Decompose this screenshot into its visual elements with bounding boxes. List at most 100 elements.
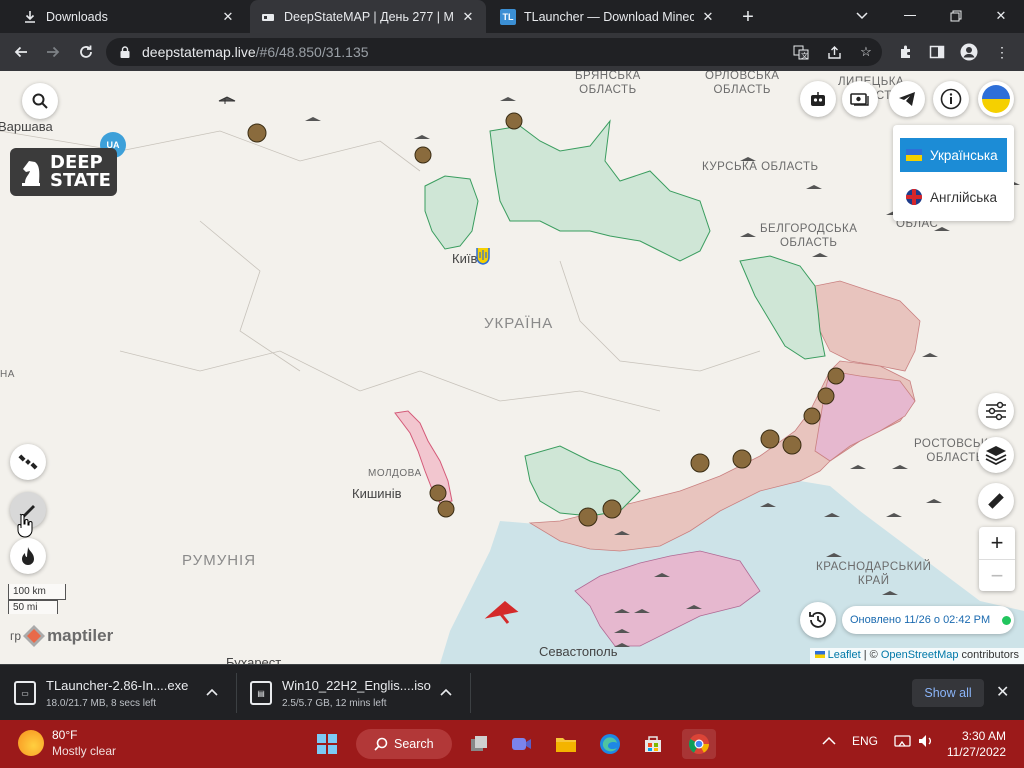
unit-marker-icon: [414, 146, 432, 164]
close-tab-icon[interactable]: ✕: [700, 9, 716, 25]
maptiler-icon: [23, 625, 46, 647]
unit-marker-icon: [803, 407, 821, 425]
layers-icon: [985, 446, 1007, 466]
bot-button[interactable]: [800, 81, 836, 117]
teams-chat-icon[interactable]: [507, 729, 537, 759]
language-label: Англійська: [930, 189, 997, 205]
task-view-icon[interactable]: [464, 729, 494, 759]
close-downloads-bar-icon[interactable]: ✕: [996, 682, 1009, 702]
filters-button[interactable]: [978, 393, 1014, 429]
file-explorer-icon[interactable]: [551, 729, 581, 759]
scale-mi: 50 mi: [8, 600, 58, 614]
reload-button[interactable]: [74, 40, 98, 64]
uk-flag-icon: [906, 189, 922, 205]
share-icon[interactable]: [824, 43, 844, 61]
deepstate-favicon: [260, 9, 276, 25]
unit-marker-icon: [578, 507, 598, 527]
system-clock[interactable]: 3:30 AM 11/27/2022: [942, 728, 1006, 760]
unit-marker-icon: [437, 500, 455, 518]
chrome-taskbar-icon[interactable]: [682, 729, 716, 759]
menu-kebab-icon[interactable]: ⋮: [992, 42, 1012, 62]
tab-downloads[interactable]: Downloads ✕: [12, 0, 246, 33]
attribution-rest: contributors: [958, 649, 1019, 661]
restore-button[interactable]: [942, 4, 970, 28]
zoom-in-button[interactable]: +: [979, 527, 1015, 559]
weather-desc: Mostly clear: [52, 744, 117, 758]
clock-time: 3:30 AM: [961, 729, 1006, 743]
telegram-button[interactable]: [889, 81, 925, 117]
deepstate-logo[interactable]: DEEP STATE: [10, 148, 117, 196]
unit-marker-icon: [505, 112, 523, 130]
fire-icon: [22, 547, 34, 565]
input-language-indicator[interactable]: ENG: [852, 734, 878, 748]
scale-km: 100 km: [8, 584, 66, 600]
tab-title: Downloads: [46, 9, 108, 24]
history-button[interactable]: [800, 602, 836, 638]
profile-icon[interactable]: [959, 42, 979, 62]
iso-file-icon: ▤: [250, 681, 272, 705]
bookmark-star-icon[interactable]: ☆: [856, 43, 876, 61]
download-name: Win10_22H2_Englis....iso: [282, 677, 431, 693]
language-button[interactable]: [978, 81, 1014, 117]
maptiler-logo[interactable]: гр maptiler: [10, 623, 113, 649]
download-item-win10[interactable]: ▤ Win10_22H2_Englis....iso 2.5/5.7 GB, 1…: [250, 665, 431, 721]
url-text: deepstatemap.live/#6/48.850/31.135: [142, 44, 369, 60]
close-window-button[interactable]: ✕: [987, 4, 1015, 28]
donate-button[interactable]: [842, 81, 878, 117]
chess-knight-icon: [22, 161, 40, 186]
microsoft-store-icon[interactable]: [638, 729, 668, 759]
tab-deepstatemap[interactable]: DeepStateMAP | День 277 | Мапа ✕: [250, 0, 486, 33]
forward-button[interactable]: [41, 40, 65, 64]
chevron-up-icon[interactable]: [440, 683, 452, 699]
windows-taskbar: 80°F Mostly clear Search ENG 3:30 AM 11/…: [0, 720, 1024, 768]
download-item-tlauncher[interactable]: ▭ TLauncher-2.86-In....exe 18.0/21.7 MB,…: [14, 665, 188, 721]
unit-marker-icon: [732, 449, 752, 469]
satellite-button[interactable]: [10, 444, 46, 480]
start-button[interactable]: [312, 729, 342, 759]
back-button[interactable]: [9, 40, 33, 64]
download-icon: [22, 9, 38, 25]
search-icon: [32, 93, 48, 109]
tab-search-chevron-icon[interactable]: [848, 4, 876, 28]
wifi-status-icon[interactable]: [894, 734, 912, 751]
translate-icon[interactable]: 文: [791, 43, 811, 61]
edge-browser-icon[interactable]: [595, 729, 625, 759]
leaflet-link[interactable]: Leaflet: [828, 649, 861, 661]
minimize-button[interactable]: [896, 4, 924, 28]
tray-overflow-chevron-icon[interactable]: [822, 734, 836, 748]
fires-button[interactable]: [10, 538, 46, 574]
weather-widget[interactable]: 80°F Mostly clear: [18, 728, 116, 758]
extensions-icon[interactable]: [896, 42, 916, 62]
tab-tlauncher[interactable]: TL TLauncher — Download Minecraft ✕: [490, 0, 726, 33]
search-label: Search: [394, 737, 434, 751]
map-viewport[interactable]: БРЯНСЬКА ОБЛАСТЬ ОРЛОВСЬКА ОБЛАСТЬ ЛИПЕЦ…: [0, 71, 1024, 664]
unit-marker-icon: [827, 367, 845, 385]
chevron-up-icon[interactable]: [206, 683, 218, 699]
ukraine-flag-icon: [906, 149, 922, 161]
new-tab-button[interactable]: +: [736, 5, 760, 29]
osm-link[interactable]: OpenStreetMap: [881, 649, 959, 661]
logo-line2: STATE: [50, 170, 111, 191]
tab-title: DeepStateMAP | День 277 | Мапа: [284, 9, 454, 24]
unit-marker-icon: [760, 429, 780, 449]
info-button[interactable]: [933, 81, 969, 117]
measure-button[interactable]: [978, 483, 1014, 519]
svg-text:文: 文: [801, 51, 808, 60]
taskbar-search-button[interactable]: Search: [356, 729, 452, 759]
language-option-english[interactable]: Англійська: [900, 180, 1007, 214]
volume-icon[interactable]: [918, 734, 934, 751]
layers-button[interactable]: [978, 437, 1014, 473]
zoom-out-button[interactable]: −: [979, 559, 1015, 591]
unit-marker-icon: [247, 123, 267, 143]
unit-marker-icon: [429, 484, 447, 502]
language-option-ukrainian[interactable]: Українська: [900, 138, 1007, 172]
close-tab-icon[interactable]: ✕: [220, 9, 236, 25]
close-tab-icon[interactable]: ✕: [460, 9, 476, 25]
side-panel-icon[interactable]: [927, 42, 947, 62]
map-search-button[interactable]: [22, 83, 58, 119]
show-all-downloads-button[interactable]: Show all: [912, 679, 984, 707]
unit-marker-icon: [817, 387, 835, 405]
tlauncher-favicon: TL: [500, 8, 516, 25]
address-bar[interactable]: deepstatemap.live/#6/48.850/31.135 文 ☆: [106, 38, 882, 66]
attribution-fragment: гр: [10, 629, 22, 643]
